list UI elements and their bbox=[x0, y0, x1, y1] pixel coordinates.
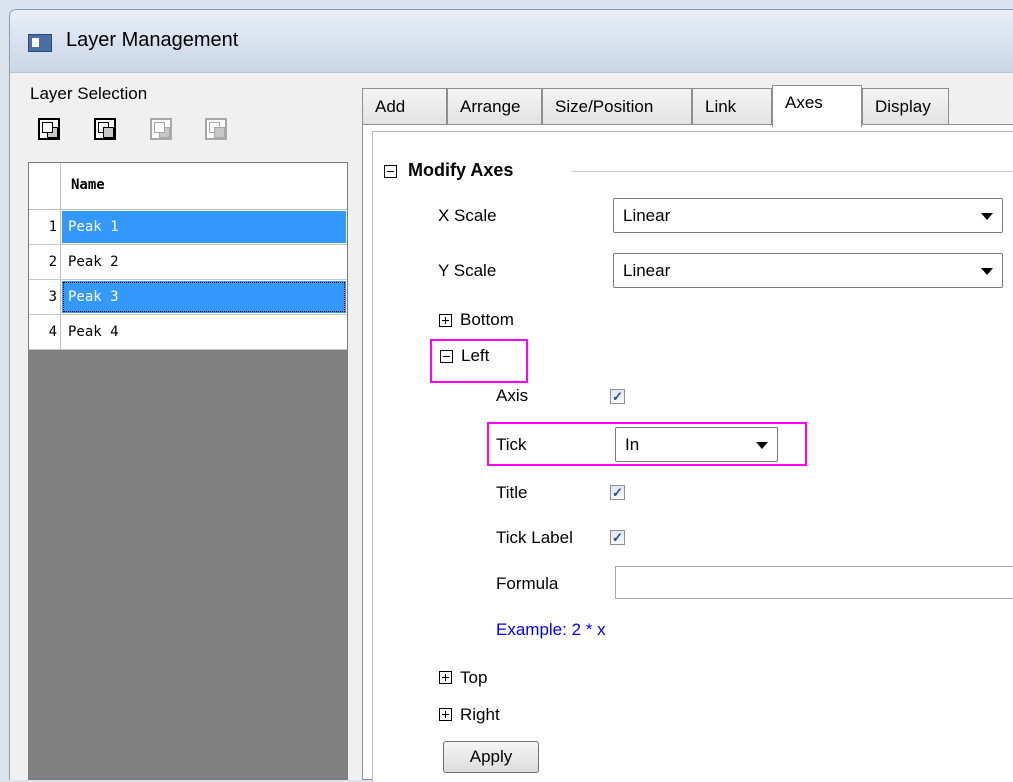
top-axis-node[interactable]: Top bbox=[460, 668, 487, 688]
collapse-icon[interactable] bbox=[440, 350, 453, 363]
modify-axes-title: Modify Axes bbox=[408, 160, 514, 180]
chevron-down-icon bbox=[756, 442, 768, 449]
collapse-icon[interactable] bbox=[384, 165, 397, 178]
row-number: 1 bbox=[29, 210, 61, 244]
tab-add[interactable]: Add bbox=[362, 88, 447, 125]
title-label: Title bbox=[496, 483, 528, 502]
chevron-down-icon bbox=[981, 268, 993, 275]
y-scale-value: Linear bbox=[623, 261, 671, 280]
tab-arrange[interactable]: Arrange bbox=[447, 88, 542, 125]
app-icon bbox=[28, 34, 52, 52]
send-backward-icon[interactable] bbox=[205, 118, 227, 140]
layer-row-2[interactable]: 2 Peak 2 bbox=[29, 245, 347, 280]
axis-checkbox[interactable]: ✓ bbox=[610, 389, 625, 404]
formula-input[interactable] bbox=[615, 566, 1013, 599]
send-to-back-icon[interactable] bbox=[94, 118, 116, 140]
column-header-name[interactable]: Name bbox=[71, 177, 105, 193]
expand-icon[interactable] bbox=[439, 671, 452, 684]
row-number: 2 bbox=[29, 245, 61, 279]
apply-button[interactable]: Apply bbox=[443, 741, 539, 773]
left-axis-node[interactable]: Left bbox=[461, 346, 489, 366]
tab-size-position[interactable]: Size/Position bbox=[542, 88, 692, 125]
title-bar: Layer Management bbox=[10, 10, 1013, 73]
layer-grid: Name 1 Peak 1 2 Peak 2 3 Peak 3 4 Peak 4 bbox=[28, 162, 348, 780]
grid-corner[interactable] bbox=[29, 163, 61, 209]
bring-to-front-icon[interactable] bbox=[38, 118, 60, 140]
layer-name[interactable]: Peak 4 bbox=[62, 316, 346, 348]
y-scale-dropdown[interactable]: Linear bbox=[613, 253, 1003, 288]
expand-icon[interactable] bbox=[439, 708, 452, 721]
x-scale-label: X Scale bbox=[438, 206, 497, 225]
row-number: 3 bbox=[29, 280, 61, 314]
axis-label: Axis bbox=[496, 386, 529, 405]
tab-axes[interactable]: Axes bbox=[772, 85, 862, 127]
tick-label-checkbox[interactable]: ✓ bbox=[610, 530, 625, 545]
title-checkbox[interactable]: ✓ bbox=[610, 485, 625, 500]
tick-label: Tick bbox=[496, 435, 527, 454]
bottom-axis-node[interactable]: Bottom bbox=[460, 310, 514, 330]
layer-row-3[interactable]: 3 Peak 3 bbox=[29, 280, 347, 315]
grid-header: Name bbox=[29, 163, 347, 210]
layer-name[interactable]: Peak 1 bbox=[62, 211, 346, 243]
tick-dropdown[interactable]: In bbox=[615, 427, 778, 462]
row-number: 4 bbox=[29, 315, 61, 349]
window-title: Layer Management bbox=[66, 29, 239, 51]
layer-selection-label: Layer Selection bbox=[30, 84, 148, 103]
layer-row-4[interactable]: 4 Peak 4 bbox=[29, 315, 347, 350]
group-divider bbox=[572, 171, 1013, 172]
right-axis-node[interactable]: Right bbox=[460, 705, 500, 725]
formula-example: Example: 2 * x bbox=[496, 620, 606, 639]
tab-display[interactable]: Display bbox=[862, 88, 949, 125]
formula-label: Formula bbox=[496, 574, 559, 593]
tick-value: In bbox=[625, 435, 640, 454]
expand-icon[interactable] bbox=[439, 314, 452, 327]
layer-row-1[interactable]: 1 Peak 1 bbox=[29, 210, 347, 245]
bring-forward-icon[interactable] bbox=[150, 118, 172, 140]
x-scale-dropdown[interactable]: Linear bbox=[613, 198, 1003, 233]
chevron-down-icon bbox=[981, 213, 993, 220]
y-scale-label: Y Scale bbox=[438, 261, 497, 280]
x-scale-value: Linear bbox=[623, 206, 671, 225]
layer-name[interactable]: Peak 3 bbox=[62, 281, 346, 313]
tab-link[interactable]: Link bbox=[692, 88, 772, 125]
layer-name[interactable]: Peak 2 bbox=[62, 246, 346, 278]
tick-label-label: Tick Label bbox=[496, 528, 573, 547]
